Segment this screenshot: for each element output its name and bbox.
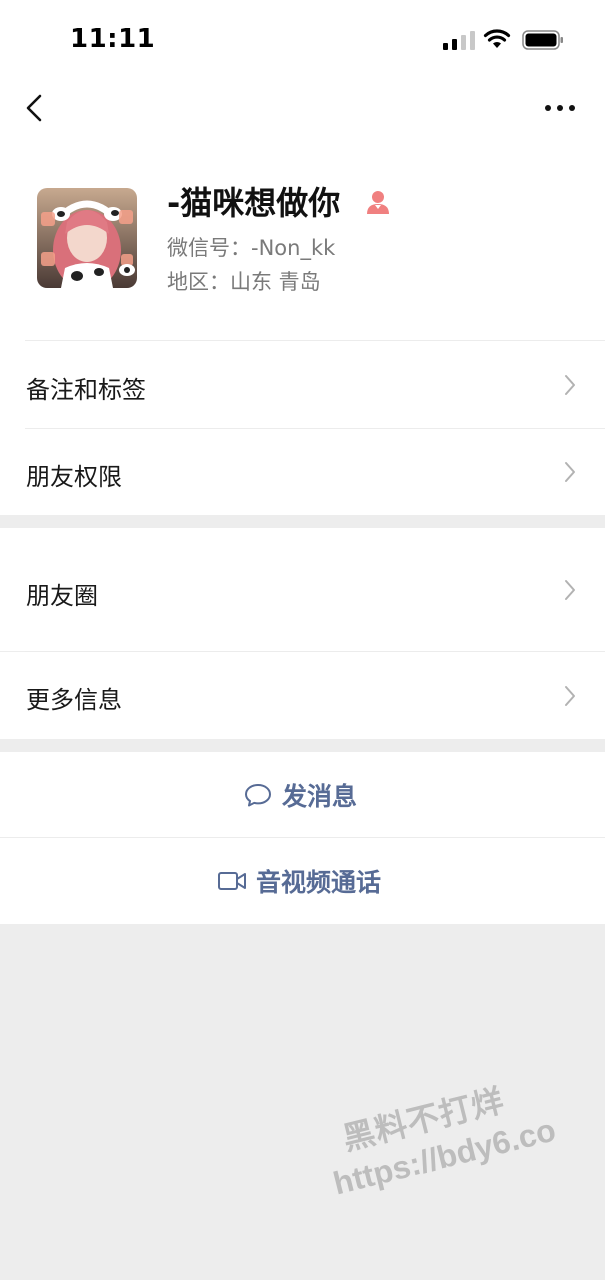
- chevron-left-icon[interactable]: [22, 90, 46, 126]
- female-icon: [367, 191, 389, 214]
- friend-permissions-label: 朋友权限: [26, 463, 122, 491]
- section-gap: [0, 515, 605, 528]
- audio-video-call-label: 音视频通话: [256, 868, 382, 897]
- notes-and-tags-row[interactable]: 备注和标签: [0, 342, 605, 428]
- chevron-right-icon: [565, 375, 575, 395]
- chat-bubble-icon: [245, 783, 271, 806]
- moments-label: 朋友圈: [26, 582, 98, 610]
- friend-permissions-row[interactable]: 朋友权限: [0, 429, 605, 515]
- video-camera-icon: [218, 872, 246, 890]
- avatar[interactable]: [37, 188, 137, 288]
- send-message-label: 发消息: [282, 781, 358, 811]
- section-gap: [0, 739, 605, 752]
- wechat-id: 微信号：-Non_kk: [167, 236, 336, 260]
- cellular-signal-icon: [443, 31, 475, 50]
- notes-and-tags-label: 备注和标签: [26, 376, 146, 404]
- more-info-label: 更多信息: [26, 686, 122, 714]
- chevron-right-icon: [565, 686, 575, 706]
- status-bar: 11:11: [0, 0, 605, 80]
- status-time: 11:11: [70, 24, 156, 54]
- battery-icon: [522, 30, 563, 50]
- profile-name: -猫咪想做你: [167, 184, 341, 222]
- ellipsis-icon[interactable]: [542, 96, 578, 120]
- send-message-button[interactable]: 发消息: [0, 752, 605, 837]
- region: 地区：山东 青岛: [167, 270, 321, 294]
- chevron-right-icon: [565, 580, 575, 600]
- wifi-icon: [483, 29, 511, 48]
- audio-video-call-button[interactable]: 音视频通话: [0, 838, 605, 924]
- chevron-right-icon: [565, 462, 575, 482]
- watermark: 黑料不打烊 https://bdy6.co: [318, 1062, 580, 1236]
- moments-row[interactable]: 朋友圈: [0, 528, 605, 651]
- more-info-row[interactable]: 更多信息: [0, 652, 605, 739]
- divider: [25, 340, 605, 341]
